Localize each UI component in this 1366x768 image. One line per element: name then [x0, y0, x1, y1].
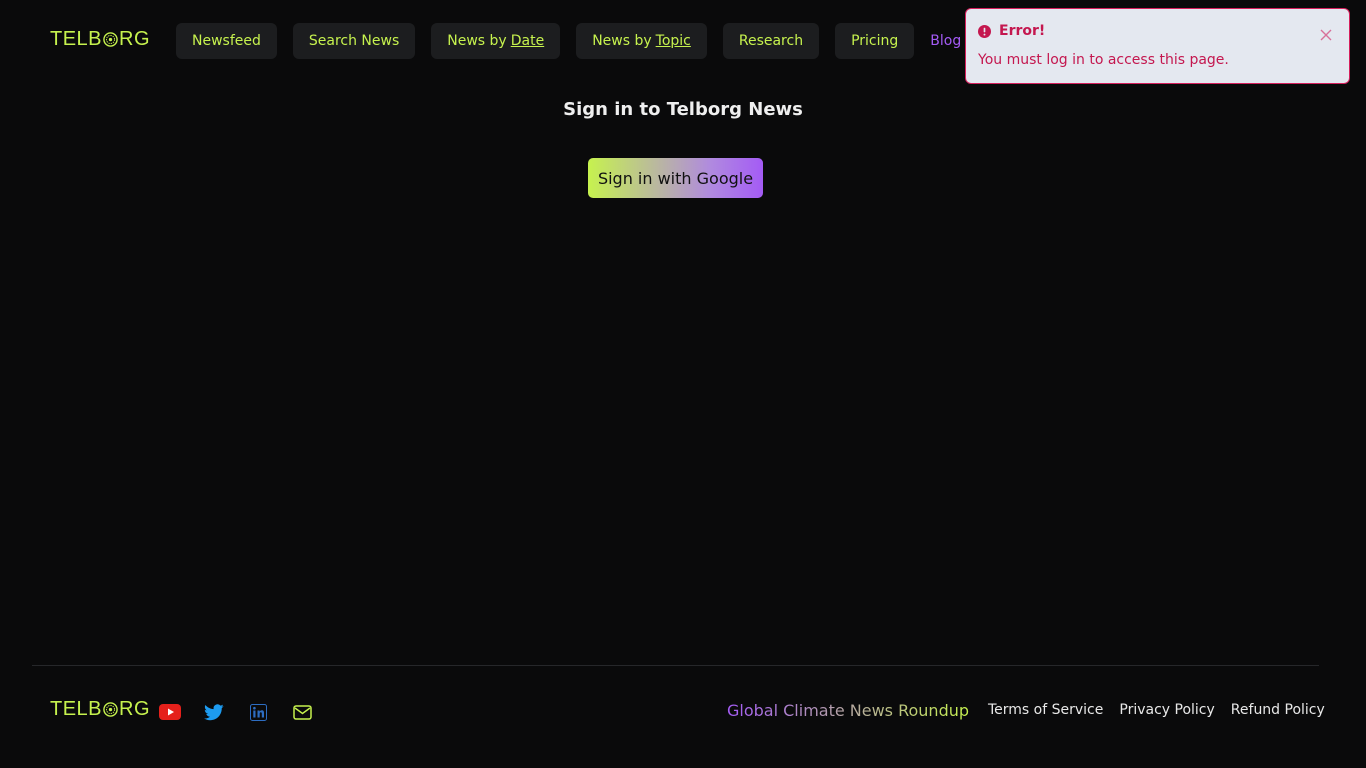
youtube-icon[interactable] — [158, 700, 182, 724]
logo-text-left: TELB — [50, 698, 103, 720]
main-nav: Newsfeed Search News News by Date News by… — [176, 23, 961, 59]
nav-news-by-date[interactable]: News by Date — [431, 23, 561, 59]
logo-text-left: TELB — [50, 28, 103, 50]
linkedin-icon[interactable] — [246, 700, 270, 724]
globe-logo-icon — [103, 32, 118, 47]
footer-logo[interactable]: TELB RG — [50, 698, 150, 721]
logo-text-right: RG — [119, 698, 151, 720]
google-signin-button[interactable]: Sign in with Google — [588, 158, 763, 198]
nav-blog-link[interactable]: Blog — [930, 33, 961, 49]
mail-icon[interactable] — [290, 700, 314, 724]
logo-text-right: RG — [119, 28, 151, 50]
refund-policy-link[interactable]: Refund Policy — [1231, 702, 1325, 718]
error-toast: Error! You must log in to access this pa… — [965, 8, 1350, 84]
header-logo[interactable]: TELB RG — [50, 28, 150, 51]
signin-title: Sign in to Telborg News — [563, 99, 803, 120]
toast-title: Error! — [999, 23, 1046, 39]
globe-logo-icon — [103, 702, 118, 717]
nav-research[interactable]: Research — [722, 23, 820, 59]
footer-links: Terms of Service Privacy Policy Refund P… — [988, 702, 1341, 718]
terms-of-service-link[interactable]: Terms of Service — [988, 702, 1103, 718]
error-icon — [978, 24, 991, 38]
toast-message: You must log in to access this page. — [978, 52, 1229, 68]
twitter-icon[interactable] — [202, 700, 226, 724]
close-icon[interactable] — [1319, 28, 1333, 42]
nav-news-by-topic[interactable]: News by Topic — [576, 23, 707, 59]
footer-divider — [32, 665, 1319, 666]
nav-search-news[interactable]: Search News — [292, 23, 416, 59]
nav-pricing[interactable]: Pricing — [835, 23, 915, 59]
climate-roundup-link[interactable]: Global Climate News Roundup — [727, 701, 969, 720]
privacy-policy-link[interactable]: Privacy Policy — [1119, 702, 1214, 718]
nav-newsfeed[interactable]: Newsfeed — [176, 23, 277, 59]
